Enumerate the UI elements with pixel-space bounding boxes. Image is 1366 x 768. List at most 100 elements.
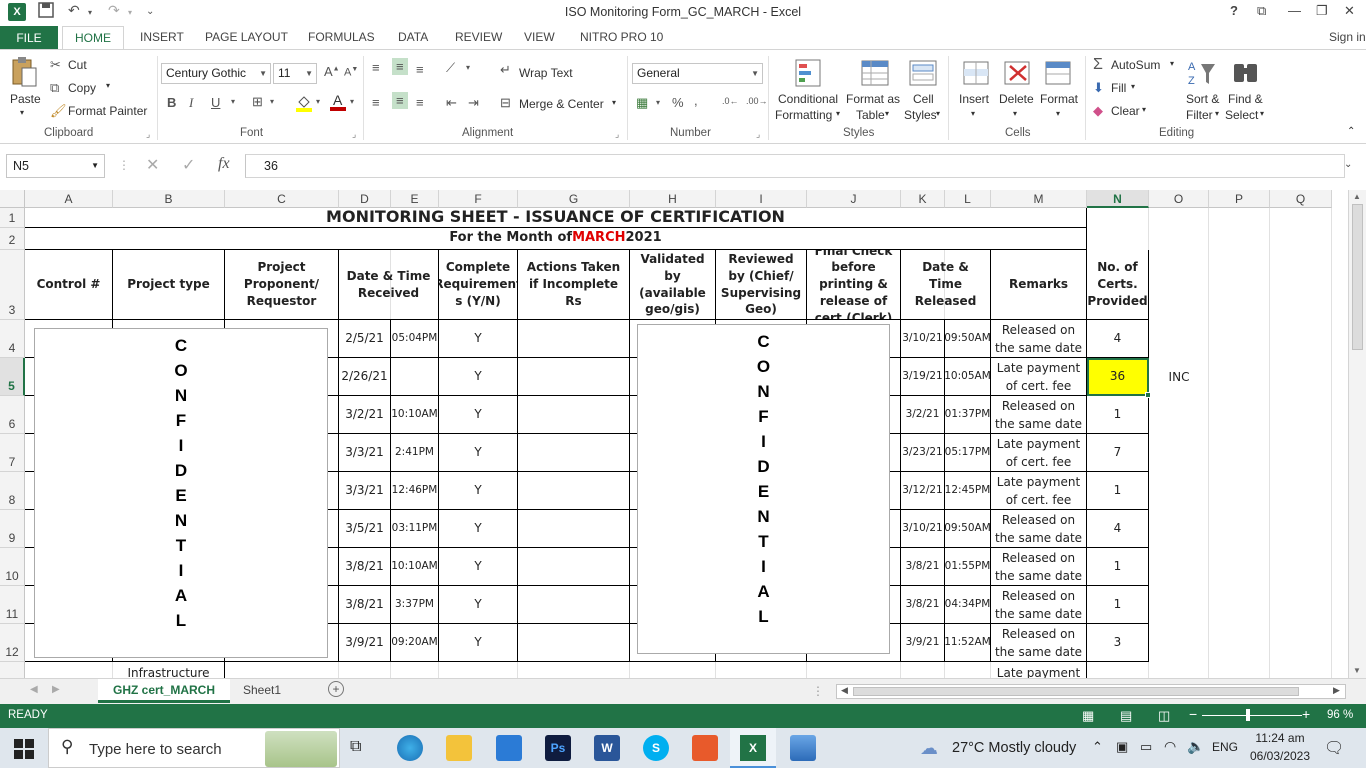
received-time-cell[interactable]: 10:10AM bbox=[391, 548, 439, 586]
cell-g9[interactable] bbox=[518, 510, 630, 548]
certs-cell[interactable]: 1 bbox=[1087, 472, 1149, 510]
zoom-level[interactable]: 96 % bbox=[1327, 709, 1353, 721]
format-as-table-dropdown-icon[interactable]: ▾ bbox=[885, 109, 889, 118]
sort-filter-button-line2[interactable]: Filter bbox=[1186, 108, 1213, 122]
percent-button[interactable]: % bbox=[672, 95, 684, 110]
decrease-decimal-icon[interactable]: .00→ bbox=[746, 96, 768, 106]
row-header-13[interactable] bbox=[0, 662, 25, 678]
extra-cell[interactable] bbox=[1149, 396, 1209, 434]
released-date-cell[interactable]: 3/2/21 bbox=[901, 396, 945, 434]
bottom-align-icon[interactable]: ≡ bbox=[416, 62, 424, 77]
released-date-cell[interactable]: 3/9/21 bbox=[901, 624, 945, 662]
excel-taskbar-active[interactable]: X bbox=[730, 728, 776, 768]
column-header-n[interactable]: N bbox=[1087, 190, 1149, 208]
clear-dropdown-icon[interactable]: ▾ bbox=[1142, 105, 1146, 114]
fill-dropdown-icon[interactable]: ▾ bbox=[1131, 82, 1135, 91]
tab-file[interactable]: FILE bbox=[0, 26, 58, 50]
row-header-6[interactable]: 6 bbox=[0, 396, 25, 434]
row-header-7[interactable]: 7 bbox=[0, 434, 25, 472]
tab-view[interactable]: VIEW bbox=[524, 30, 555, 44]
worksheet-grid[interactable]: A B C D E F G H I J K L M N O P Q 1 2 3 4 5 6 7 8 9 10 11 12 MONITORI… bbox=[0, 190, 1348, 678]
zoom-slider-thumb[interactable] bbox=[1246, 709, 1250, 721]
bold-button[interactable]: B bbox=[167, 95, 176, 110]
column-header-f[interactable]: F bbox=[439, 190, 518, 208]
extra-cell[interactable] bbox=[1149, 624, 1209, 662]
remarks-cell[interactable]: Released on the same date bbox=[991, 586, 1087, 624]
released-date-cell[interactable]: 3/23/21 bbox=[901, 434, 945, 472]
file-explorer-icon[interactable] bbox=[446, 735, 472, 761]
restore-icon[interactable]: ❐ bbox=[1316, 3, 1328, 19]
received-time-cell[interactable]: 09:20AM bbox=[391, 624, 439, 662]
font-color-dropdown-icon[interactable]: ▾ bbox=[350, 97, 354, 106]
name-box[interactable]: N5 ▼ bbox=[6, 154, 105, 178]
column-header-m[interactable]: M bbox=[991, 190, 1087, 208]
shrink-font-icon[interactable]: A▼ bbox=[344, 66, 358, 79]
extra-cell[interactable] bbox=[1149, 320, 1209, 358]
received-time-cell[interactable]: 10:10AM bbox=[391, 396, 439, 434]
column-header-k[interactable]: K bbox=[901, 190, 945, 208]
received-time-cell[interactable]: 05:04PM bbox=[391, 320, 439, 358]
insert-button[interactable]: Insert bbox=[959, 92, 989, 106]
ribbon-display-icon[interactable]: ⧉ bbox=[1257, 3, 1266, 19]
prev-sheet-icon[interactable]: ◀ bbox=[30, 684, 38, 695]
row-header-3[interactable]: 3 bbox=[0, 250, 25, 320]
battery-icon[interactable]: ▭ bbox=[1140, 739, 1152, 755]
certs-cell[interactable]: 1 bbox=[1087, 586, 1149, 624]
row-header-2[interactable]: 2 bbox=[0, 228, 25, 250]
complete-cell[interactable]: Y bbox=[439, 586, 518, 624]
remarks-cell[interactable]: Late payment of cert. fee bbox=[991, 434, 1087, 472]
nitro-pdf-icon[interactable] bbox=[692, 735, 718, 761]
insert-function-icon[interactable]: fx bbox=[218, 155, 230, 173]
column-header-i[interactable]: I bbox=[716, 190, 807, 208]
horizontal-scrollbar[interactable]: ◀ ▶ bbox=[836, 684, 1346, 699]
sheet-tab-ghz-cert-march[interactable]: GHZ cert_MARCH bbox=[98, 679, 230, 703]
extra-cell[interactable] bbox=[1149, 548, 1209, 586]
received-date-cell[interactable]: 3/3/21 bbox=[339, 434, 391, 472]
format-painter-button[interactable]: Format Painter bbox=[68, 104, 147, 118]
skype-icon[interactable]: S bbox=[643, 735, 669, 761]
received-time-cell[interactable]: 03:11PM bbox=[391, 510, 439, 548]
row-header-5[interactable]: 5 bbox=[0, 358, 25, 396]
column-header-q[interactable]: Q bbox=[1270, 190, 1332, 208]
top-align-icon[interactable]: ≡ bbox=[372, 60, 380, 75]
mail-icon[interactable] bbox=[496, 735, 522, 761]
released-time-cell[interactable]: 01:37PM bbox=[945, 396, 991, 434]
header-certs[interactable]: No. of Certs. Provided bbox=[1087, 250, 1149, 320]
released-date-cell[interactable]: 3/10/21 bbox=[901, 510, 945, 548]
grow-font-icon[interactable]: A▲ bbox=[324, 64, 340, 79]
header-proponent[interactable]: Project Proponent/ Requestor bbox=[225, 250, 339, 320]
released-time-cell[interactable]: 01:55PM bbox=[945, 548, 991, 586]
row-header-1[interactable]: 1 bbox=[0, 208, 25, 228]
orientation-icon[interactable]: ⟋ bbox=[446, 60, 455, 76]
scroll-up-icon[interactable]: ▲ bbox=[1353, 192, 1361, 201]
find-select-button[interactable]: Find & bbox=[1228, 92, 1263, 106]
complete-cell[interactable]: Y bbox=[439, 358, 518, 396]
remarks-cell[interactable]: Late payment of cert. fee bbox=[991, 472, 1087, 510]
remarks-cell[interactable]: Released on the same date bbox=[991, 510, 1087, 548]
find-select-button-line2[interactable]: Select bbox=[1225, 108, 1258, 122]
released-date-cell[interactable]: 3/8/21 bbox=[901, 548, 945, 586]
tab-home[interactable]: HOME bbox=[62, 26, 124, 50]
cell-g10[interactable] bbox=[518, 548, 630, 586]
underline-button[interactable]: U bbox=[211, 95, 220, 110]
language-indicator[interactable]: ENG bbox=[1212, 740, 1238, 754]
borders-dropdown-icon[interactable]: ▾ bbox=[270, 97, 274, 106]
remarks-cell[interactable]: Released on the same date bbox=[991, 548, 1087, 586]
cancel-entry-icon[interactable]: ✕ bbox=[146, 155, 159, 175]
font-family-select[interactable]: Century Gothic ▼ bbox=[161, 63, 271, 84]
new-sheet-icon[interactable]: + bbox=[328, 681, 344, 697]
remarks-cell[interactable]: Late payment of cert. fee bbox=[991, 358, 1087, 396]
released-time-cell[interactable]: 05:17PM bbox=[945, 434, 991, 472]
clipboard-launcher-icon[interactable]: ⌟ bbox=[146, 129, 150, 140]
sheet-tab-sheet1[interactable]: Sheet1 bbox=[234, 683, 290, 697]
tab-review[interactable]: REVIEW bbox=[455, 30, 502, 44]
copy-button[interactable]: Copy bbox=[68, 81, 96, 95]
clear-button[interactable]: Clear bbox=[1111, 104, 1140, 118]
paste-dropdown-icon[interactable]: ▾ bbox=[20, 108, 24, 117]
tab-formulas[interactable]: FORMULAS bbox=[308, 30, 375, 44]
received-time-cell[interactable]: 12:46PM bbox=[391, 472, 439, 510]
copy-dropdown-icon[interactable]: ▾ bbox=[106, 81, 110, 90]
comma-style-icon[interactable]: , bbox=[694, 93, 698, 108]
taskbar-search-box[interactable]: ⚲ Type here to search bbox=[48, 728, 340, 768]
font-launcher-icon[interactable]: ⌟ bbox=[352, 129, 356, 140]
